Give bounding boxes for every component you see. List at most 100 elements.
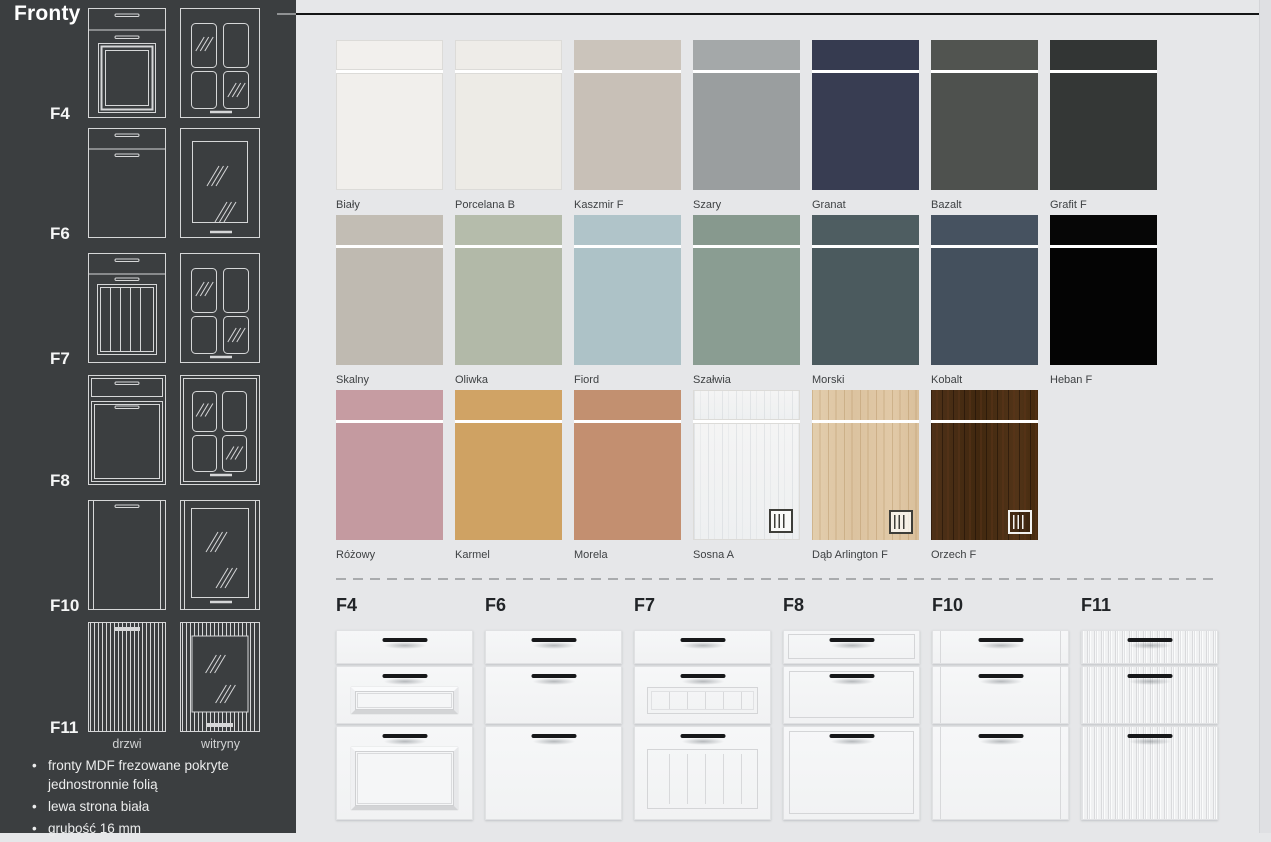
drawer-handle (829, 734, 874, 738)
note-text: lewa strona biała (48, 799, 149, 814)
swatch-door-body (574, 248, 681, 365)
swatch-sample (931, 215, 1038, 365)
drawer-handle (382, 734, 427, 738)
schematic-row-f7: F7 (0, 253, 296, 365)
swatch-door-body (336, 73, 443, 190)
drawer-handle (1127, 734, 1172, 738)
f11-vitrine-drawing (180, 622, 261, 732)
swatch-door-body (931, 423, 1038, 540)
swatch-dab-arlington-f: Dąb Arlington F (812, 390, 919, 562)
drawer-front (634, 726, 771, 820)
drawer-handle (829, 674, 874, 678)
swatch-name: Kobalt (931, 373, 1038, 387)
swatch-drawer-strip (693, 390, 800, 420)
f10-door-drawing (88, 500, 166, 610)
drawer-handle (978, 734, 1023, 738)
drawer-front (932, 630, 1069, 664)
swatch-door-body (693, 248, 800, 365)
front-preview-render (634, 630, 771, 820)
swatch-bialy: Biały (336, 40, 443, 212)
swatch-row-1: BiałyPorcelana BKaszmir FSzaryGranatBaza… (336, 40, 1157, 212)
front-type-label: F7 (50, 349, 84, 369)
drawer-front (783, 726, 920, 820)
schematic-row-f6: F6 (0, 128, 296, 240)
f6-vitrine-drawing (180, 128, 261, 238)
front-preview-render (1081, 630, 1218, 820)
swatch-door-body (931, 73, 1038, 190)
swatch-drawer-strip (336, 390, 443, 420)
grid-lines (652, 692, 753, 709)
f11-vitrine-schematic (180, 622, 261, 737)
front-preview-render (783, 630, 920, 820)
drawer-front (1081, 666, 1218, 724)
grain-bars (894, 515, 908, 529)
swatch-sample (812, 390, 919, 540)
front-preview-f11: F11 (1081, 595, 1218, 820)
drawer-handle (382, 674, 427, 678)
front-preview-label: F4 (336, 595, 473, 615)
swatch-door-body (574, 73, 681, 190)
swatch-sample (336, 215, 443, 365)
note-item: •grubość 16 mm (30, 819, 240, 838)
swatch-kobalt: Kobalt (931, 215, 1038, 387)
front-type-label: F8 (50, 471, 84, 491)
raised-panel (351, 747, 458, 810)
swatch-sosna-a: Sosna A (693, 390, 800, 562)
swatch-drawer-strip (693, 215, 800, 245)
swatch-door-body (812, 248, 919, 365)
drawer-front (1081, 630, 1218, 664)
schematic-row-f4: F4 (0, 8, 296, 120)
swatch-name: Oliwka (455, 373, 562, 387)
swatch-drawer-strip (574, 390, 681, 420)
swatch-name: Karmel (455, 548, 562, 562)
schematic-row-f11: F11 (0, 622, 296, 734)
swatch-karmel: Karmel (455, 390, 562, 562)
drawer-front (783, 630, 920, 664)
slat-lines (652, 754, 753, 804)
swatch-drawer-strip (336, 215, 443, 245)
drawer-handle (531, 674, 576, 678)
drawer-front (485, 630, 622, 664)
top-rule (296, 13, 1259, 15)
f10-vitrine-drawing (180, 500, 261, 610)
swatch-name: Dąb Arlington F (812, 548, 919, 562)
swatch-door-body (455, 248, 562, 365)
sidebar: Fronty F4F6F7F8F10F11 drzwi witryny •fro… (0, 0, 296, 833)
swatch-rozowy: Różowy (336, 390, 443, 562)
drawer-front (634, 666, 771, 724)
front-preview-label: F7 (634, 595, 771, 615)
bullet-dot-icon: • (32, 819, 37, 838)
swatch-drawer-strip (812, 390, 919, 420)
swatch-name: Porcelana B (455, 198, 562, 212)
swatch-name: Szary (693, 198, 800, 212)
f7-door-schematic (88, 253, 166, 368)
grain-bars (774, 514, 788, 528)
bullet-dot-icon: • (32, 756, 37, 775)
swatch-grafit-f: Grafit F (1050, 40, 1157, 212)
drawer-front (932, 726, 1069, 820)
swatch-name: Granat (812, 198, 919, 212)
doors-column-label: drzwi (88, 737, 166, 751)
f11-door-drawing (88, 622, 166, 732)
drawer-front (336, 726, 473, 820)
f7-door-drawing (88, 253, 166, 363)
swatch-oliwka: Oliwka (455, 215, 562, 387)
swatch-szalwia: Szałwia (693, 215, 800, 387)
note-item: •lewa strona biała (30, 797, 240, 816)
grain-direction-icon (769, 509, 793, 533)
f4-vitrine-schematic (180, 8, 261, 123)
dashed-divider (336, 578, 1216, 580)
f7-vitrine-drawing (180, 253, 261, 363)
swatch-door-body (336, 248, 443, 365)
notes-list: •fronty MDF frezowane pokryte jednostron… (30, 756, 240, 842)
swatch-sample (455, 40, 562, 190)
drawer-handle (680, 734, 725, 738)
drawer-handle (1127, 638, 1172, 642)
swatch-drawer-strip (455, 40, 562, 70)
swatch-sample (693, 215, 800, 365)
front-previews-row: F4F6F7F8F10F11 (336, 595, 1218, 820)
grid-panel (647, 687, 758, 714)
swatch-drawer-strip (574, 215, 681, 245)
swatch-name: Skalny (336, 373, 443, 387)
drawer-handle (680, 638, 725, 642)
